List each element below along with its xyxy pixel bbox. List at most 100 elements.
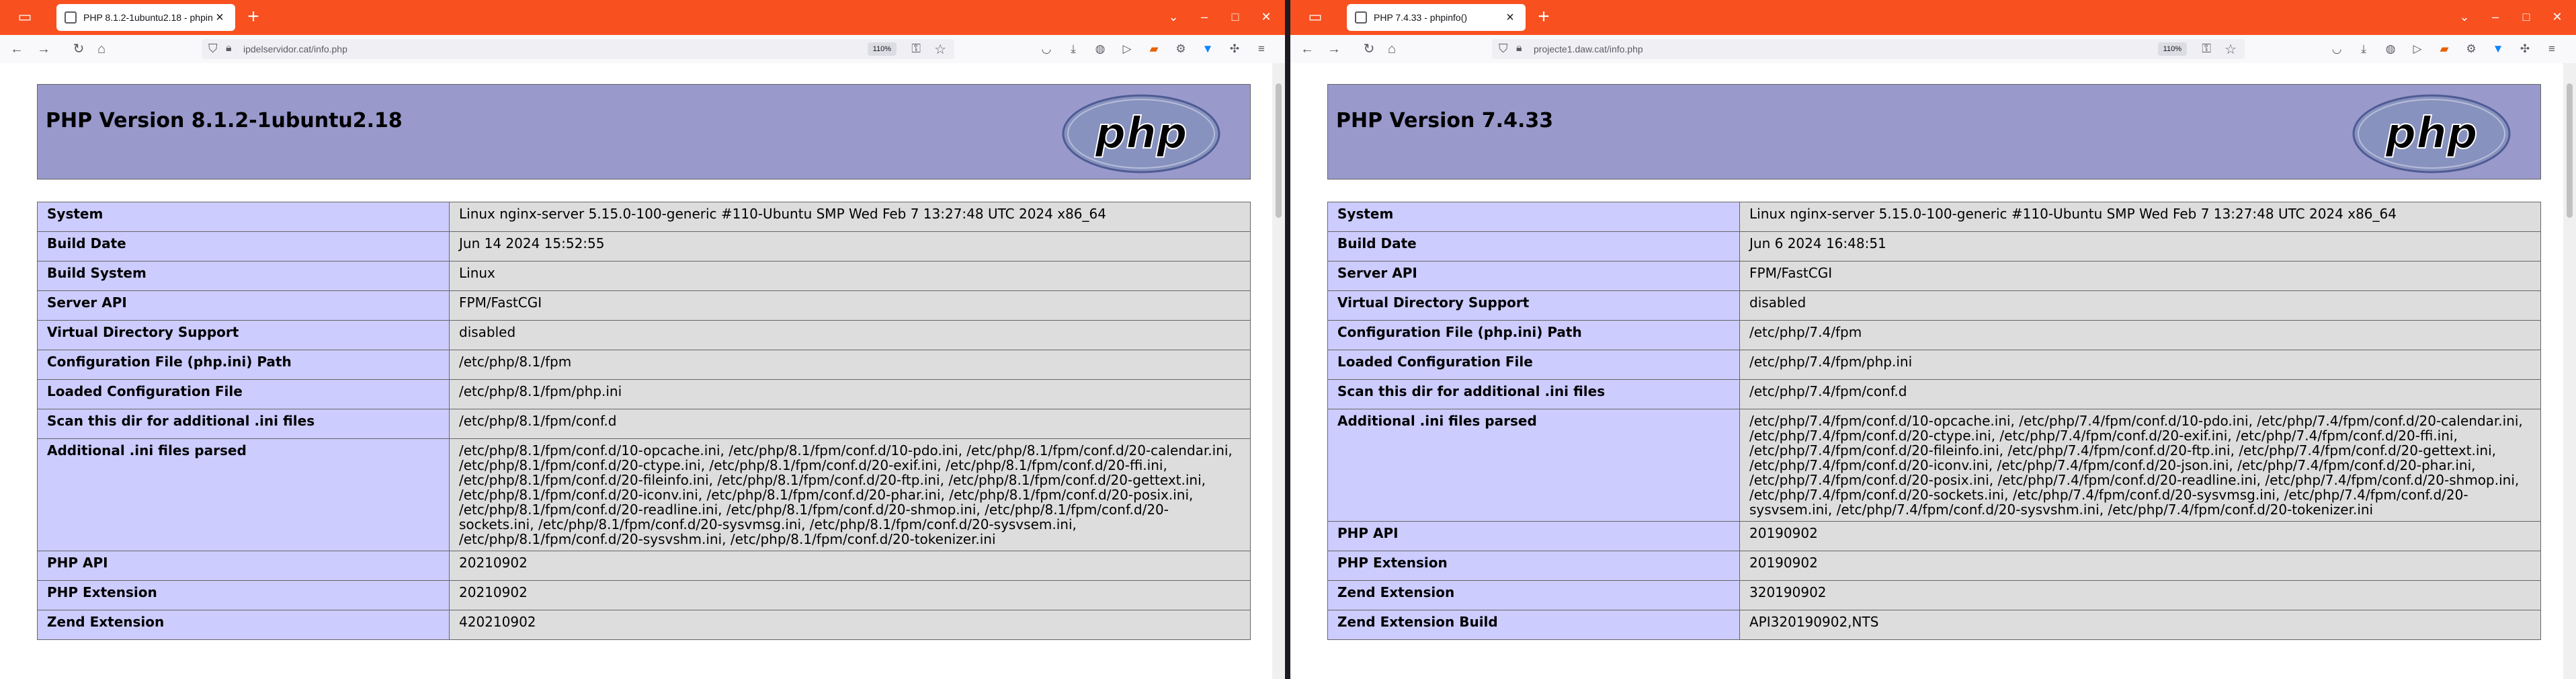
home-icon[interactable]: ⌂ bbox=[93, 40, 110, 58]
row-key: System bbox=[37, 202, 450, 232]
row-value: 20210902 bbox=[449, 580, 1251, 610]
key-icon[interactable]: ⚿ bbox=[911, 42, 921, 56]
collapse-icon[interactable]: ⌄ bbox=[1165, 8, 1181, 26]
url-bar[interactable]: ⛉ 🔒︎ projecte1.daw.cat/info.php 110% ⚿ ☆ bbox=[1492, 39, 2245, 59]
row-value: Linux nginx-server 5.15.0-100-generic #1… bbox=[449, 202, 1251, 232]
scroll-thumb[interactable] bbox=[1276, 83, 1282, 218]
close-tab-icon[interactable]: × bbox=[212, 10, 227, 26]
puzzle-icon[interactable]: ✣ bbox=[2516, 40, 2534, 58]
maximize-icon[interactable]: □ bbox=[1227, 8, 1243, 26]
minimize-icon[interactable]: – bbox=[1196, 8, 1212, 26]
close-tab-icon[interactable]: × bbox=[1503, 10, 1518, 26]
row-key: PHP Extension bbox=[1327, 551, 1740, 581]
shield-icon[interactable]: ⛉ bbox=[208, 42, 218, 56]
menu-icon[interactable]: ≡ bbox=[2543, 40, 2561, 58]
minimize-icon[interactable]: – bbox=[2487, 8, 2503, 26]
url-bar[interactable]: ⛉ 🔒︎ ipdelservidor.cat/info.php 110% ⚿ ☆ bbox=[202, 39, 954, 59]
funnel-icon[interactable]: ▼ bbox=[1199, 40, 1216, 58]
pocket-icon[interactable]: ◡ bbox=[2328, 40, 2345, 58]
browser-window-right: ▭ PHP 7.4.33 - phpinfo() × + ⌄ – □ ✕ ← →… bbox=[1290, 0, 2576, 679]
download-icon[interactable]: ⤓ bbox=[1065, 40, 1082, 58]
tab-bar: ▭ PHP 7.4.33 - phpinfo() × + ⌄ – □ ✕ bbox=[1290, 0, 2576, 35]
row-value: FPM/FastCGI bbox=[449, 290, 1251, 321]
row-key: Server API bbox=[1327, 261, 1740, 291]
new-tab-plus-icon[interactable]: + bbox=[1534, 7, 1554, 27]
table-row: Configuration File (php.ini) Path/etc/ph… bbox=[37, 350, 1251, 380]
back-arrow-icon[interactable]: ← bbox=[8, 40, 26, 58]
page-content: PHP Version 8.1.2-1ubuntu2.18 php System… bbox=[0, 63, 1272, 679]
row-key: Zend Extension Build bbox=[1327, 610, 1740, 640]
page-content: PHP Version 7.4.33 php System Linux nginx… bbox=[1290, 63, 2563, 679]
active-tab[interactable]: PHP 7.4.33 - phpinfo() × bbox=[1347, 4, 1526, 31]
gear-icon[interactable]: ⚙ bbox=[2462, 40, 2480, 58]
active-tab[interactable]: PHP 8.1.2-1ubuntu2.18 - phpinfo() × bbox=[56, 4, 235, 31]
back-arrow-icon[interactable]: ← bbox=[1298, 40, 1316, 58]
table-row: Virtual Directory Support disabled bbox=[37, 320, 1251, 350]
close-window-icon[interactable]: ✕ bbox=[2549, 8, 2565, 26]
row-value: /etc/php/8.1/fpm/php.ini bbox=[449, 379, 1251, 409]
table-row: System Linux nginx-server 5.15.0-100-gene… bbox=[1327, 202, 2541, 232]
play-icon[interactable]: ▷ bbox=[1118, 40, 1136, 58]
php-logo: php bbox=[2352, 94, 2511, 173]
gear-icon[interactable]: ⚙ bbox=[1172, 40, 1190, 58]
zoom-level[interactable]: 110% bbox=[2157, 42, 2187, 56]
table-row: Build Date Jun 6 2024 16:48:51 bbox=[1327, 231, 2541, 262]
new-tab-plus-icon[interactable]: + bbox=[243, 7, 263, 27]
row-value: 420210902 bbox=[449, 610, 1251, 640]
forward-arrow-icon[interactable]: → bbox=[35, 40, 52, 58]
lock-icon[interactable]: 🔒︎ bbox=[226, 42, 232, 54]
puzzle-icon[interactable]: ✣ bbox=[1226, 40, 1243, 58]
star-icon[interactable]: ☆ bbox=[934, 41, 946, 58]
table-row: System Linux nginx-server 5.15.0-100-gene… bbox=[37, 202, 1251, 232]
menu-icon[interactable]: ≡ bbox=[1253, 40, 1270, 58]
download-icon[interactable]: ⤓ bbox=[2355, 40, 2372, 58]
key-icon[interactable]: ⚿ bbox=[2202, 42, 2211, 56]
scrollbar[interactable] bbox=[2563, 63, 2576, 679]
row-value: disabled bbox=[1739, 290, 2541, 321]
url-text[interactable]: ipdelservidor.cat/info.php bbox=[243, 44, 347, 54]
toolbar-icons: ◡ ⤓ ◍ ▷ ▰ ⚙ ▼ ✣ ≡ bbox=[1038, 40, 1270, 58]
extension-icon[interactable]: ◍ bbox=[2382, 40, 2399, 58]
zoom-level[interactable]: 110% bbox=[867, 42, 897, 56]
info-table-body: System Linux nginx-server 5.15.0-100-gene… bbox=[1327, 202, 2541, 640]
row-key: Scan this dir for additional .ini files bbox=[37, 409, 450, 439]
php-logo-text: php bbox=[1094, 109, 1187, 159]
table-row: PHP Extension 20190902 bbox=[1327, 551, 2541, 581]
collapse-icon[interactable]: ⌄ bbox=[2456, 8, 2473, 26]
row-key: Additional .ini files parsed bbox=[37, 438, 450, 551]
flag-icon[interactable]: ▰ bbox=[1145, 40, 1163, 58]
play-icon[interactable]: ▷ bbox=[2409, 40, 2426, 58]
tab-list-icon[interactable]: ▭ bbox=[1306, 8, 1324, 26]
maximize-icon[interactable]: □ bbox=[2518, 8, 2534, 26]
row-key: Server API bbox=[37, 290, 450, 321]
row-value: Linux bbox=[449, 261, 1251, 291]
home-icon[interactable]: ⌂ bbox=[1383, 40, 1401, 58]
row-value: /etc/php/7.4/fpm/php.ini bbox=[1739, 350, 2541, 380]
url-text[interactable]: projecte1.daw.cat/info.php bbox=[1534, 44, 1643, 54]
scrollbar[interactable] bbox=[1272, 63, 1285, 679]
flag-icon[interactable]: ▰ bbox=[2436, 40, 2453, 58]
scroll-thumb[interactable] bbox=[2567, 83, 2573, 218]
lock-icon[interactable]: 🔒︎ bbox=[1516, 42, 1522, 54]
table-row: Server API FPM/FastCGI bbox=[37, 290, 1251, 321]
table-row: Zend Extension Build API320190902,NTS bbox=[1327, 610, 2541, 640]
star-icon[interactable]: ☆ bbox=[2225, 41, 2237, 58]
php-logo-text: php bbox=[2384, 109, 2477, 159]
info-table-body: System Linux nginx-server 5.15.0-100-gene… bbox=[37, 202, 1251, 640]
reload-icon[interactable]: ↻ bbox=[70, 40, 87, 58]
php-logo: php bbox=[1062, 94, 1220, 173]
extension-icon[interactable]: ◍ bbox=[1091, 40, 1109, 58]
close-window-icon[interactable]: ✕ bbox=[1258, 8, 1274, 26]
table-row: Server API FPM/FastCGI bbox=[1327, 261, 2541, 291]
reload-icon[interactable]: ↻ bbox=[1360, 40, 1378, 58]
shield-icon[interactable]: ⛉ bbox=[1499, 42, 1508, 56]
forward-arrow-icon[interactable]: → bbox=[1325, 40, 1343, 58]
row-value: 20210902 bbox=[449, 551, 1251, 581]
pocket-icon[interactable]: ◡ bbox=[1038, 40, 1055, 58]
toolbar-icons: ◡ ⤓ ◍ ▷ ▰ ⚙ ▼ ✣ ≡ bbox=[2328, 40, 2561, 58]
funnel-icon[interactable]: ▼ bbox=[2489, 40, 2507, 58]
tab-bar: ▭ PHP 8.1.2-1ubuntu2.18 - phpinfo() × + … bbox=[0, 0, 1285, 35]
row-key: PHP API bbox=[1327, 521, 1740, 551]
navigation-toolbar: ← → ↻ ⌂ ⛉ 🔒︎ ipdelservidor.cat/info.php … bbox=[0, 35, 1285, 64]
tab-list-icon[interactable]: ▭ bbox=[16, 8, 34, 26]
